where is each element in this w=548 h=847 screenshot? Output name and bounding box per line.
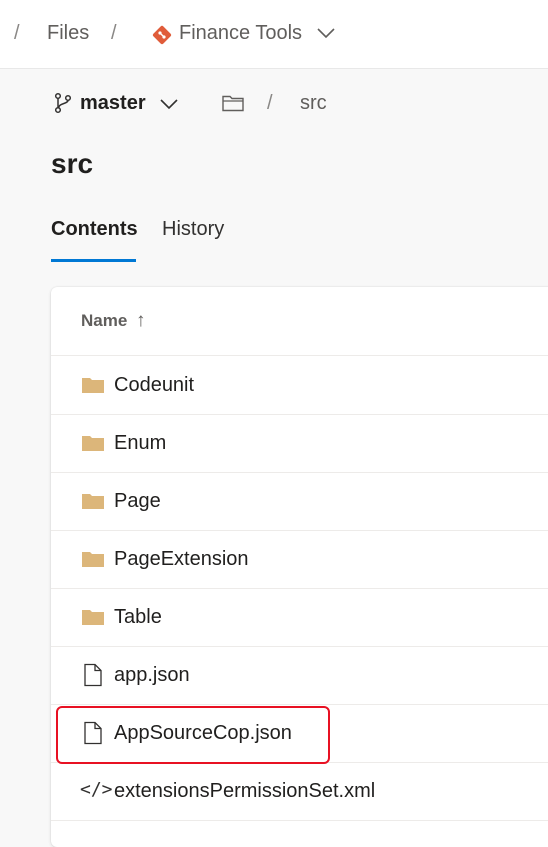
path-separator: /	[267, 92, 273, 114]
list-item-name[interactable]: Page	[114, 490, 161, 513]
tab-selected-indicator	[51, 259, 136, 262]
column-header: Name ↑	[51, 287, 548, 356]
list-item-name[interactable]: Enum	[114, 432, 166, 455]
page-title: src	[51, 148, 94, 179]
code-file-icon: </>	[80, 779, 113, 800]
sort-ascending-icon[interactable]: ↑	[136, 310, 146, 332]
tab-contents[interactable]: Contents	[51, 218, 138, 241]
top-header: / Files / Finance Tools	[0, 0, 548, 69]
list-item-name[interactable]: PageExtension	[114, 548, 249, 571]
tab-history[interactable]: History	[162, 218, 224, 241]
list-item[interactable]: app.json	[51, 646, 548, 705]
list-item[interactable]: Enum	[51, 414, 548, 473]
folder-icon	[82, 494, 104, 509]
breadcrumb-separator: /	[14, 22, 20, 44]
folder-icon	[82, 610, 104, 625]
highlight-annotation	[56, 706, 330, 764]
list-item[interactable]: PageExtension	[51, 530, 548, 589]
breadcrumb-files[interactable]: Files	[47, 22, 89, 45]
path-segment-src[interactable]: src	[300, 92, 327, 115]
list-item-name[interactable]: app.json	[114, 664, 190, 687]
branch-icon	[54, 92, 72, 114]
list-item-name[interactable]: Codeunit	[114, 374, 194, 397]
list-item-name[interactable]: extensionsPermissionSet.xml	[114, 780, 375, 803]
list-item[interactable]: Table	[51, 588, 548, 647]
list-item-name[interactable]: Table	[114, 606, 162, 629]
file-icon	[84, 663, 102, 687]
git-repo-icon	[152, 25, 172, 45]
breadcrumb-separator: /	[111, 22, 117, 44]
list-item[interactable]: </> extensionsPermissionSet.xml	[51, 762, 548, 821]
breadcrumb-repo[interactable]: Finance Tools	[179, 22, 302, 45]
column-header-name[interactable]: Name	[81, 311, 127, 331]
folder-icon	[82, 436, 104, 451]
chevron-down-icon[interactable]	[317, 27, 335, 39]
list-item[interactable]: Page	[51, 472, 548, 531]
folder-icon	[82, 552, 104, 567]
folder-outline-icon[interactable]	[222, 94, 244, 112]
folder-icon	[82, 378, 104, 393]
list-item[interactable]: Codeunit	[51, 356, 548, 415]
chevron-down-icon[interactable]	[160, 98, 178, 110]
branch-selector[interactable]: master	[80, 92, 146, 115]
